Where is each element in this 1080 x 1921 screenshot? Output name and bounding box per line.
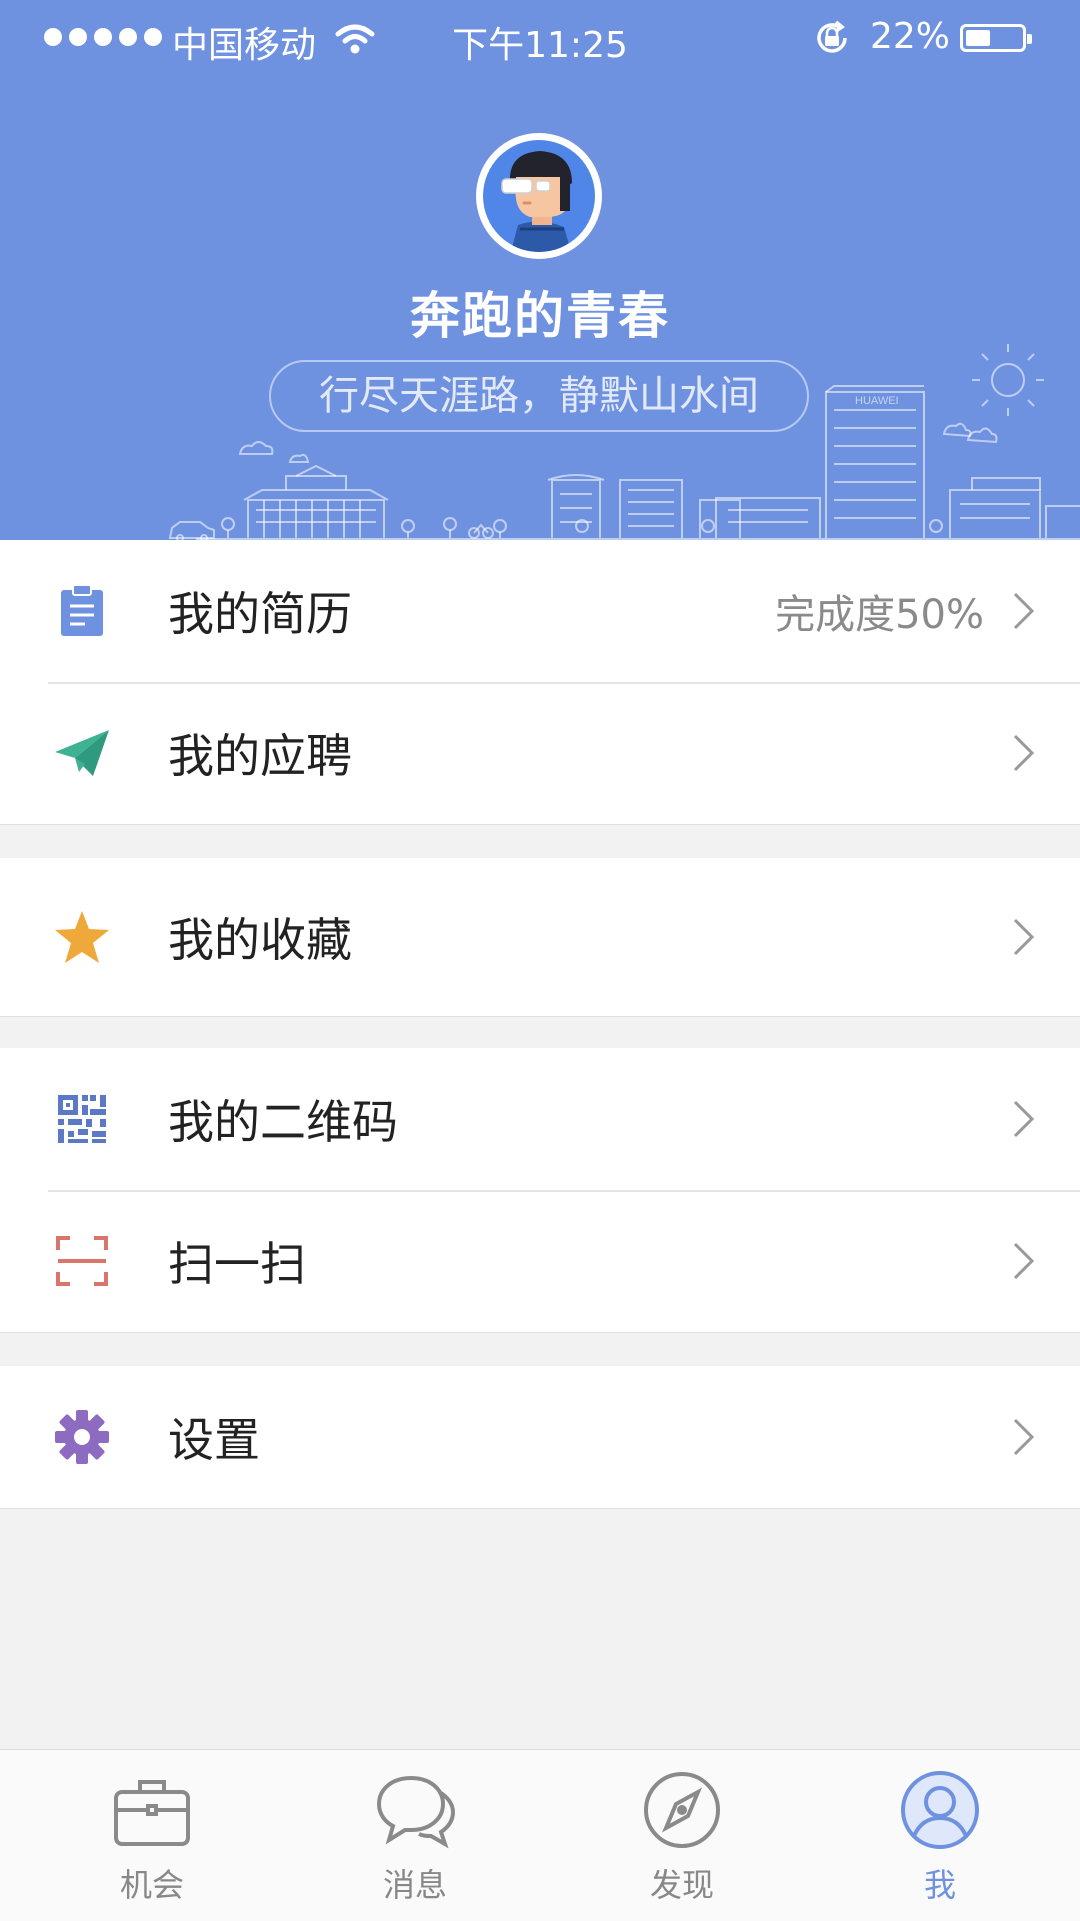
avatar[interactable]	[476, 133, 602, 259]
qr-code-icon	[52, 1089, 112, 1149]
scan-icon	[52, 1231, 112, 1291]
menu-item-label: 我的应聘	[168, 729, 352, 783]
paper-plane-icon	[52, 723, 112, 783]
menu-group-resume: 我的简历 完成度50% 我的应聘	[0, 540, 1080, 825]
tab-discover[interactable]: 发现	[547, 1750, 817, 1921]
menu-item-label: 我的二维码	[168, 1095, 398, 1149]
skyline-sign-text: HUAWEI	[855, 395, 899, 407]
briefcase-icon	[114, 1780, 190, 1846]
menu-group-favorites: 我的收藏	[0, 858, 1080, 1017]
star-icon	[52, 907, 112, 967]
tab-label: 我	[923, 1866, 956, 1904]
chevron-right-icon	[1013, 1100, 1035, 1138]
menu-group-qr: 我的二维码 扫一扫	[0, 1048, 1080, 1333]
menu-item-label: 扫一扫	[168, 1237, 306, 1291]
city-skyline-illustration: HUAWEI	[168, 344, 1080, 540]
clipboard-icon	[52, 581, 112, 641]
tab-label: 发现	[649, 1866, 714, 1904]
tab-label: 消息	[382, 1866, 447, 1904]
menu-item-my-resume[interactable]: 我的简历 完成度50%	[0, 540, 1080, 682]
gear-icon	[52, 1407, 112, 1467]
profile-header: 中国移动 下午11:25 22% 奔跑的青春 行尽天涯路，静默山水间 HUAWE…	[0, 0, 1080, 540]
user-icon	[901, 1771, 979, 1849]
menu-item-my-qr-code[interactable]: 我的二维码	[0, 1048, 1080, 1190]
menu-item-label: 设置	[168, 1413, 260, 1467]
compass-icon	[644, 1772, 720, 1848]
chevron-right-icon	[1013, 1418, 1035, 1456]
tab-me[interactable]: 我	[805, 1750, 1075, 1921]
menu-item-label: 我的收藏	[168, 913, 352, 967]
resume-completion-value: 完成度50%	[775, 592, 984, 638]
menu-item-settings[interactable]: 设置	[0, 1366, 1080, 1508]
bottom-tab-bar: 机会 消息 发现 我	[0, 1749, 1080, 1921]
chevron-right-icon	[1013, 1242, 1035, 1280]
menu-item-my-favorites[interactable]: 我的收藏	[0, 858, 1080, 1016]
chevron-right-icon	[1013, 734, 1035, 772]
chevron-right-icon	[1013, 918, 1035, 956]
status-bar: 中国移动 下午11:25 22%	[0, 0, 1080, 78]
menu-group-settings: 设置	[0, 1366, 1080, 1509]
menu-item-label: 我的简历	[168, 587, 352, 641]
battery-percentage: 22%	[870, 16, 951, 57]
menu-item-my-applications[interactable]: 我的应聘	[0, 682, 1080, 824]
tab-label: 机会	[119, 1866, 184, 1904]
rotation-lock-icon	[817, 20, 847, 53]
tab-opportunities[interactable]: 机会	[17, 1750, 287, 1921]
tab-messages[interactable]: 消息	[280, 1750, 550, 1921]
menu-item-scan[interactable]: 扫一扫	[0, 1190, 1080, 1332]
chevron-right-icon	[1013, 592, 1035, 630]
chat-bubbles-icon	[376, 1775, 455, 1849]
battery-icon	[960, 24, 1032, 52]
